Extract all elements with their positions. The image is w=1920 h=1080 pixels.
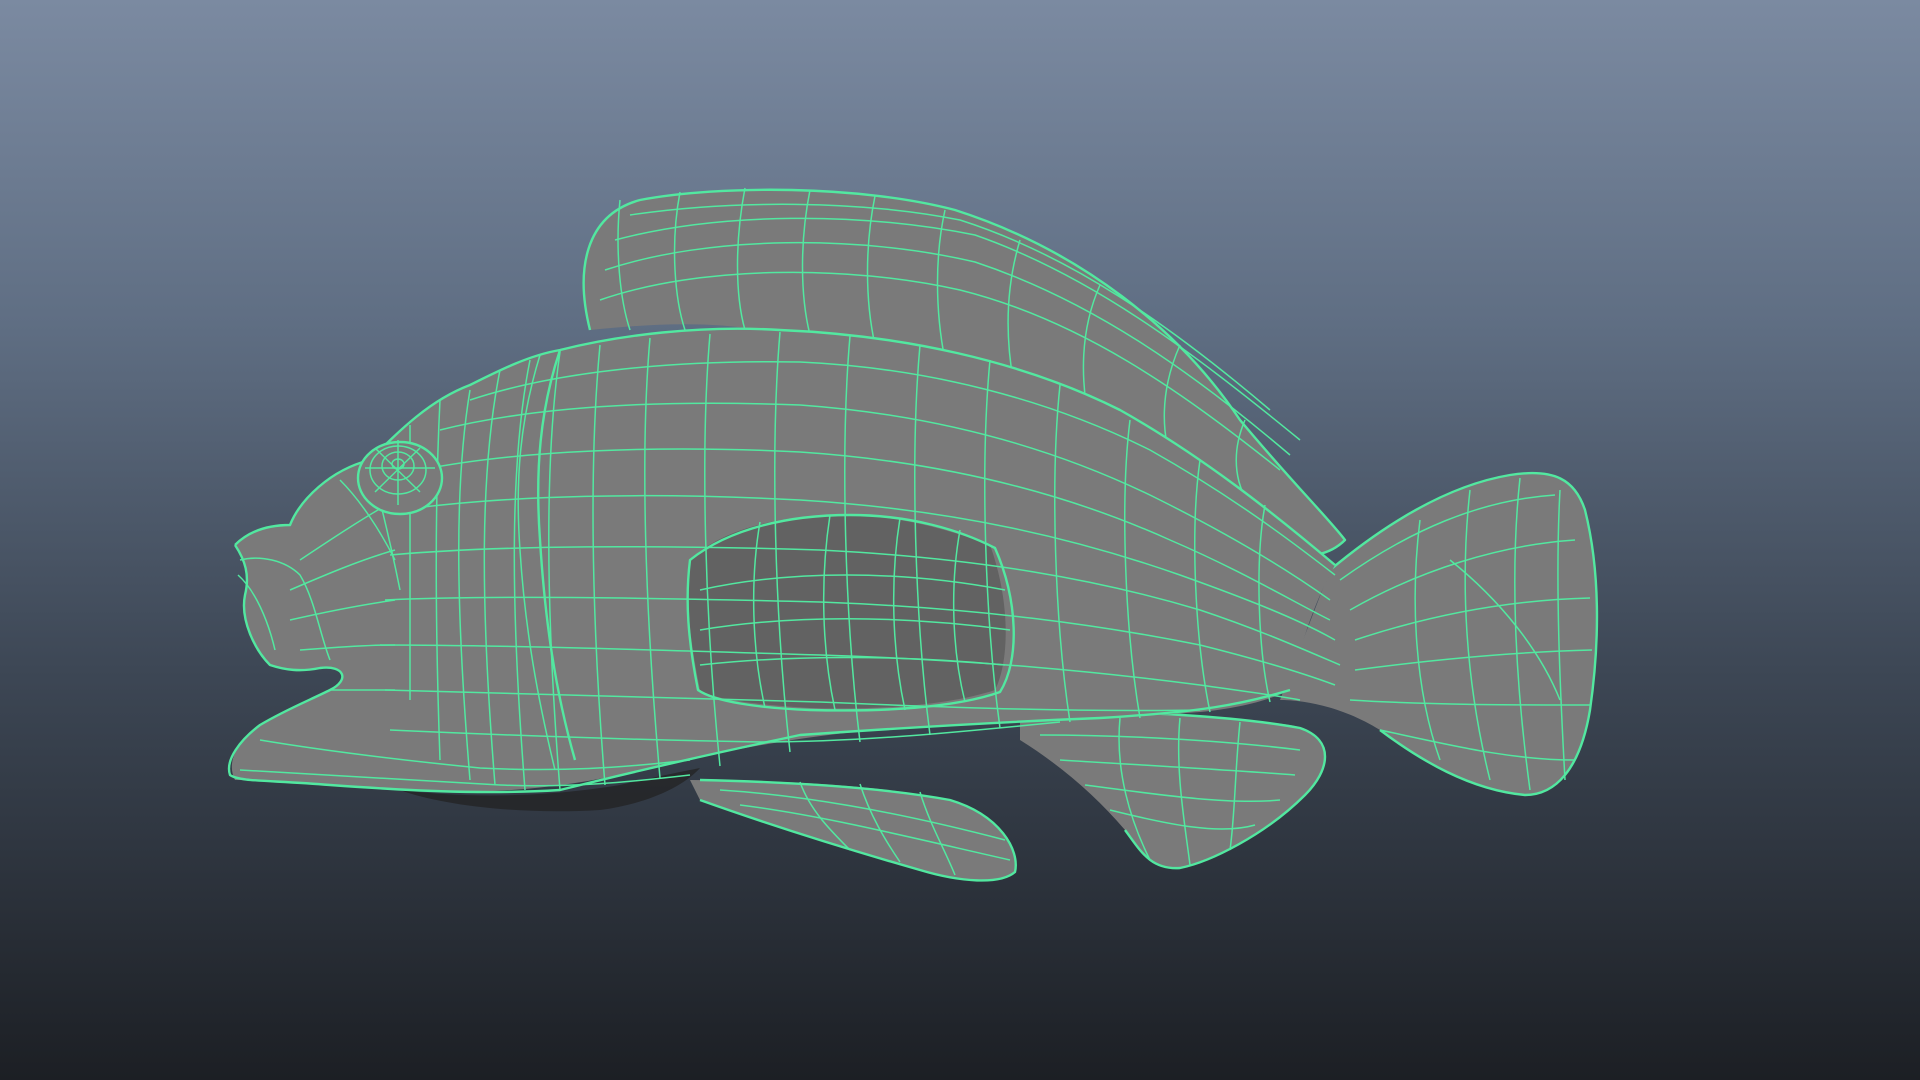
fish-mesh-model[interactable] [0, 0, 1920, 1080]
anal-fin [1020, 708, 1327, 870]
eye [356, 440, 444, 516]
pelvic-fin [690, 778, 1017, 882]
maya-viewport[interactable] [0, 0, 1920, 1080]
